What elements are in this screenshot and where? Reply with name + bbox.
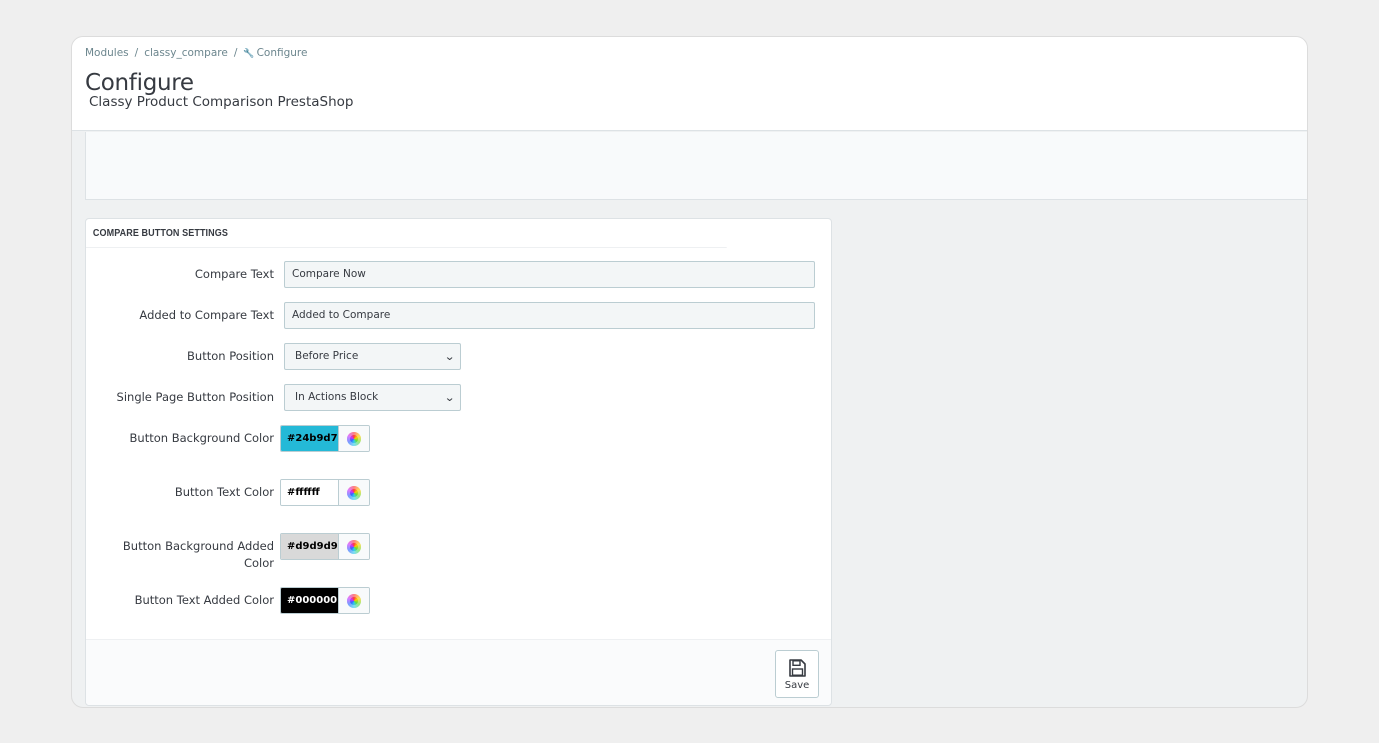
bg-added-color-picker: #d9d9d9 bbox=[280, 533, 370, 560]
compare-text-label: Compare Text bbox=[194, 267, 274, 281]
single-position-value: In Actions Block bbox=[295, 391, 379, 403]
single-position-label: Single Page Button Position bbox=[116, 390, 274, 404]
bg-added-color-input[interactable]: #d9d9d9 bbox=[281, 534, 338, 559]
button-position-label: Button Position bbox=[187, 349, 274, 363]
app-window: Modules / classy_compare / 🔧 Configure Co… bbox=[71, 36, 1308, 708]
bg-added-color-picker-button[interactable] bbox=[338, 534, 369, 559]
bg-color-input[interactable]: #24b9d7 bbox=[281, 426, 338, 451]
button-position-value: Before Price bbox=[295, 350, 359, 362]
breadcrumb-modules[interactable]: Modules bbox=[85, 47, 129, 59]
button-position-select[interactable]: Before Price ⌄ bbox=[284, 343, 461, 370]
module-top-panel bbox=[85, 132, 1307, 200]
text-color-input[interactable]: #ffffff bbox=[281, 480, 338, 505]
chevron-down-icon: ⌄ bbox=[443, 350, 455, 363]
breadcrumb-configure: 🔧 Configure bbox=[243, 47, 307, 59]
text-color-picker-button[interactable] bbox=[338, 480, 369, 505]
save-button[interactable]: Save bbox=[775, 650, 819, 698]
compare-button-settings-panel: COMPARE BUTTON SETTINGS Compare Text Com… bbox=[85, 218, 832, 706]
panel-heading: COMPARE BUTTON SETTINGS bbox=[86, 219, 727, 248]
added-text-label: Added to Compare Text bbox=[139, 308, 274, 322]
text-added-color-input[interactable]: #000000 bbox=[281, 588, 338, 613]
text-color-picker: #ffffff bbox=[280, 479, 370, 506]
panel-footer: Save bbox=[86, 639, 831, 705]
wrench-icon: 🔧 bbox=[243, 49, 255, 59]
bg-added-color-label: Button Background Added Color bbox=[122, 539, 274, 570]
bg-color-picker: #24b9d7 bbox=[280, 425, 370, 452]
breadcrumb: Modules / classy_compare / 🔧 Configure bbox=[85, 47, 307, 59]
chevron-down-icon: ⌄ bbox=[443, 391, 455, 404]
color-wheel-icon bbox=[347, 485, 361, 500]
breadcrumb-classy-compare[interactable]: classy_compare bbox=[144, 47, 228, 59]
single-position-select[interactable]: In Actions Block ⌄ bbox=[284, 384, 461, 411]
breadcrumb-separator: / bbox=[233, 47, 238, 59]
floppy-disk-icon bbox=[789, 658, 806, 677]
bg-color-label: Button Background Color bbox=[129, 431, 274, 445]
text-added-color-label: Button Text Added Color bbox=[134, 593, 274, 607]
page-header: Modules / classy_compare / 🔧 Configure Co… bbox=[72, 37, 1307, 131]
added-text-input[interactable]: Added to Compare bbox=[284, 302, 815, 329]
color-wheel-icon bbox=[347, 593, 361, 608]
breadcrumb-configure-label: Configure bbox=[256, 47, 308, 59]
text-added-color-picker: #000000 bbox=[280, 587, 370, 614]
save-label: Save bbox=[784, 679, 810, 691]
compare-text-input[interactable]: Compare Now bbox=[284, 261, 815, 288]
text-color-label: Button Text Color bbox=[174, 485, 274, 499]
page-subtitle: Classy Product Comparison PrestaShop bbox=[89, 94, 354, 110]
breadcrumb-separator: / bbox=[134, 47, 139, 59]
color-wheel-icon bbox=[347, 539, 361, 554]
bg-color-picker-button[interactable] bbox=[338, 426, 369, 451]
text-added-color-picker-button[interactable] bbox=[338, 588, 369, 613]
color-wheel-icon bbox=[347, 431, 361, 446]
page-title: Configure bbox=[85, 70, 194, 96]
